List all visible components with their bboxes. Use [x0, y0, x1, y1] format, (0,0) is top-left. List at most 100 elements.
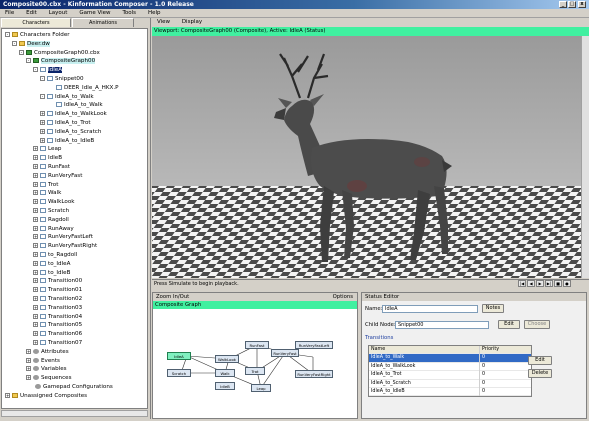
- tree-node[interactable]: + Transition04: [33, 313, 82, 322]
- tree-node[interactable]: + IdleA_to_Scratch: [40, 128, 101, 137]
- graph-node-idleb[interactable]: IdleB: [215, 382, 235, 390]
- menu-layout[interactable]: Layout: [44, 9, 73, 18]
- table-row[interactable]: IdleA_to_Walk 0: [369, 354, 531, 363]
- expand-icon[interactable]: +: [33, 252, 38, 257]
- tree-node[interactable]: + Transition00: [33, 277, 82, 286]
- tree-node[interactable]: + Ragdoll: [33, 216, 69, 225]
- tree-node[interactable]: - CompositeGraph00.cbx: [19, 49, 100, 58]
- expand-icon[interactable]: +: [33, 225, 38, 231]
- expand-icon[interactable]: +: [40, 111, 45, 117]
- tree-node[interactable]: + Transition07: [33, 339, 82, 348]
- tree-node[interactable]: + to_IdleB: [33, 269, 70, 278]
- menu-tools[interactable]: Tools: [117, 9, 141, 18]
- expand-icon[interactable]: +: [33, 190, 38, 196]
- tree-node[interactable]: + IdleA_to_Trot: [40, 119, 91, 128]
- zoom-button[interactable]: Zoom In/Out: [156, 294, 189, 300]
- expand-icon[interactable]: +: [33, 164, 38, 169]
- tree-node[interactable]: + Transition05: [33, 321, 82, 330]
- viewport-menu-display[interactable]: Display: [177, 19, 207, 25]
- collapse-icon[interactable]: -: [12, 40, 17, 46]
- graph-node-walk[interactable]: Walk: [215, 369, 235, 377]
- step-back-button[interactable]: ◀: [527, 280, 535, 287]
- expand-icon[interactable]: +: [26, 366, 31, 372]
- expand-icon[interactable]: +: [33, 260, 38, 266]
- graph-node-idlea[interactable]: IdleA: [167, 352, 191, 360]
- minimize-button[interactable]: _: [559, 1, 567, 8]
- expand-icon[interactable]: +: [33, 322, 38, 328]
- graph-canvas[interactable]: IdleA Scratch WalkLook Walk RunFast Trot…: [153, 309, 357, 418]
- tab-animations[interactable]: Animations: [72, 18, 134, 27]
- expand-icon[interactable]: +: [33, 313, 38, 319]
- menu-edit[interactable]: Edit: [21, 9, 42, 18]
- tree-horizontal-scrollbar[interactable]: [1, 410, 148, 417]
- tree-node[interactable]: + Transition03: [33, 304, 82, 313]
- choose-button[interactable]: Choose: [524, 320, 550, 329]
- expand-icon[interactable]: +: [5, 392, 10, 398]
- graph-node-runveryfastleft[interactable]: RunVeryFastLeft: [295, 341, 333, 349]
- expand-icon[interactable]: +: [40, 120, 45, 125]
- collapse-icon[interactable]: -: [19, 49, 24, 55]
- expand-icon[interactable]: +: [33, 243, 38, 249]
- menu-file[interactable]: File: [0, 9, 19, 18]
- expand-icon[interactable]: +: [33, 234, 38, 240]
- tree-node[interactable]: + IdleA_to_IdleB: [40, 137, 94, 146]
- tree-node[interactable]: - IdleA: [33, 66, 63, 75]
- tree-node[interactable]: + Scratch: [33, 207, 69, 216]
- notes-button[interactable]: Notes: [482, 304, 504, 313]
- expand-icon[interactable]: +: [33, 278, 38, 284]
- expand-icon[interactable]: +: [26, 375, 31, 381]
- graph-node-walklook[interactable]: WalkLook: [215, 355, 239, 363]
- expand-icon[interactable]: +: [33, 199, 38, 205]
- tree-node[interactable]: + Transition02: [33, 295, 82, 304]
- graph-node-trot[interactable]: Trot: [245, 367, 265, 375]
- viewport-3d[interactable]: [152, 36, 581, 278]
- expand-icon[interactable]: +: [33, 269, 38, 275]
- tree-node[interactable]: - Snippet00: [40, 75, 84, 84]
- tree-node[interactable]: + RunFast: [33, 163, 70, 172]
- tree-node[interactable]: + Unassigned Composites: [5, 392, 87, 401]
- edit-child-button[interactable]: Edit: [498, 320, 520, 329]
- expand-icon[interactable]: +: [40, 128, 45, 134]
- expand-icon[interactable]: +: [33, 155, 38, 161]
- maximize-button[interactable]: □: [568, 1, 576, 8]
- tab-characters[interactable]: Characters: [1, 18, 71, 27]
- graph-node-runfast[interactable]: RunFast: [245, 341, 269, 349]
- graph-node-scratch[interactable]: Scratch: [167, 369, 191, 377]
- graph-node-runveryfast[interactable]: RunVeryFast: [271, 349, 299, 357]
- expand-icon[interactable]: +: [33, 287, 38, 293]
- child-node-field[interactable]: [395, 321, 489, 329]
- tree-node[interactable]: + Walk: [33, 189, 61, 198]
- stop-button[interactable]: ■: [554, 280, 562, 287]
- tree-node[interactable]: IdleA_to_Walk: [47, 101, 103, 110]
- collapse-icon[interactable]: -: [26, 58, 31, 64]
- tree-node[interactable]: - CompositeGraph00: [26, 57, 96, 66]
- tree-node[interactable]: + Variables: [26, 365, 67, 374]
- tree-node[interactable]: Gamepad Configurations: [26, 383, 113, 392]
- menu-help[interactable]: Help: [143, 9, 166, 18]
- graph-node-runveryfastright[interactable]: RunVeryFastRight: [295, 370, 333, 378]
- expand-icon[interactable]: +: [33, 216, 38, 222]
- collapse-icon[interactable]: -: [5, 32, 10, 37]
- tree-node[interactable]: DEER_Idle_A_HKX.P: [47, 84, 119, 93]
- expand-icon[interactable]: +: [33, 181, 38, 187]
- tree-node[interactable]: + IdleA_to_WalkLook: [40, 110, 107, 119]
- delete-transition-button[interactable]: Delete: [528, 369, 552, 378]
- expand-icon[interactable]: +: [33, 331, 38, 337]
- record-button[interactable]: ●: [563, 280, 571, 287]
- expand-icon[interactable]: +: [40, 137, 45, 143]
- tree-node[interactable]: + RunVeryFast: [33, 172, 82, 181]
- expand-icon[interactable]: +: [33, 172, 38, 178]
- tree-node[interactable]: + Events: [26, 357, 60, 366]
- tree-node[interactable]: + Attributes: [26, 348, 69, 357]
- tree-node[interactable]: + RunVeryFastLeft: [33, 233, 93, 242]
- play-button[interactable]: ▶: [536, 280, 544, 287]
- tree-node[interactable]: + RunAway: [33, 225, 74, 234]
- step-forward-button[interactable]: ▶|: [545, 280, 553, 287]
- tree-node[interactable]: + Trot: [33, 181, 58, 190]
- viewport-menu-view[interactable]: View: [152, 19, 175, 25]
- tree-node[interactable]: + IdleB: [33, 154, 62, 163]
- edit-transition-button[interactable]: Edit: [528, 356, 552, 365]
- close-button[interactable]: x: [578, 1, 586, 8]
- expand-icon[interactable]: +: [33, 340, 38, 345]
- tree-node[interactable]: + to_IdleA: [33, 260, 70, 269]
